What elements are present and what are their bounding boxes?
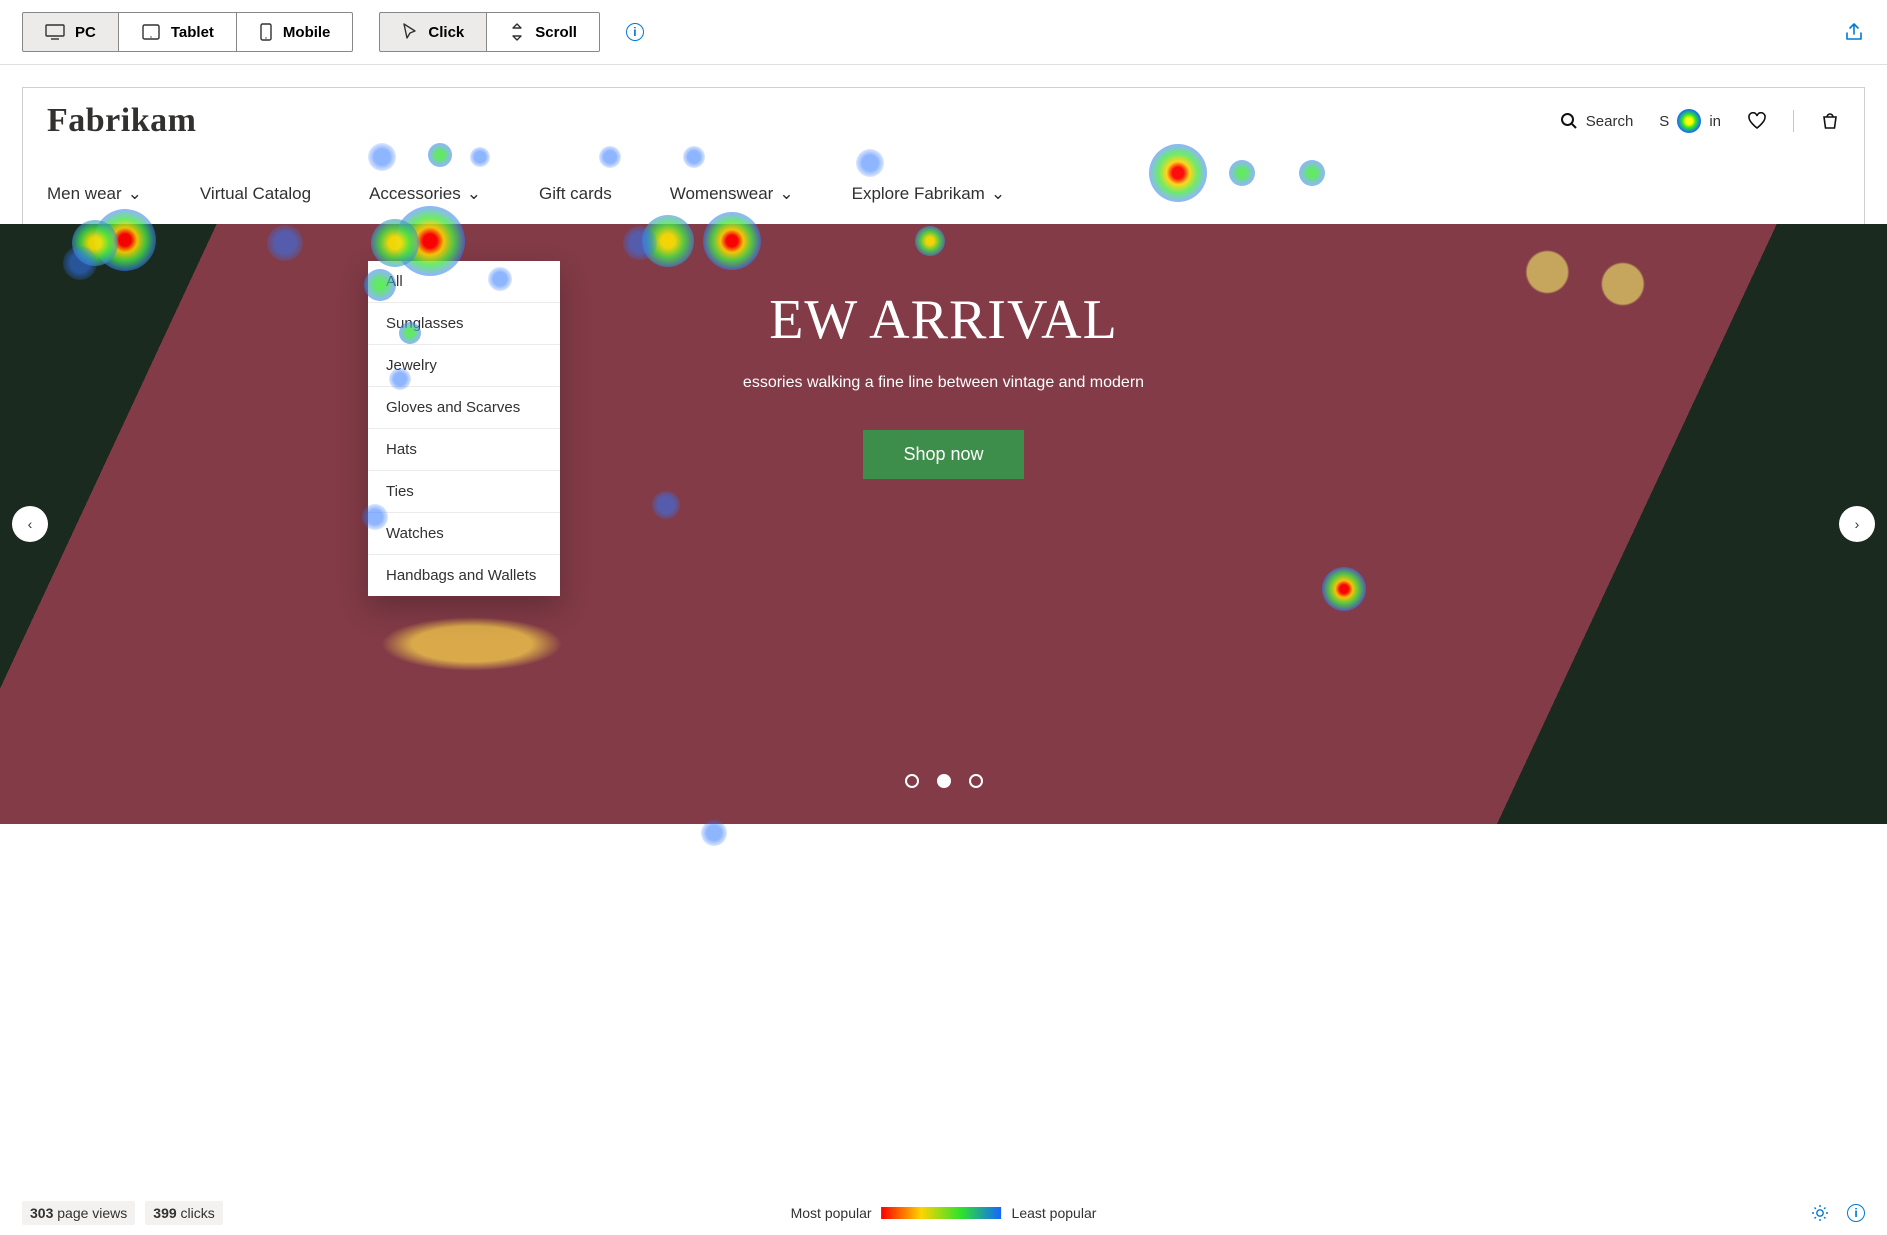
nav-label: Accessories <box>369 184 461 204</box>
clicks-label: clicks <box>181 1205 215 1221</box>
chevron-down-icon: ⌄ <box>779 184 793 204</box>
nav-label: Men wear <box>47 184 122 204</box>
carousel-dot[interactable] <box>937 774 951 788</box>
shop-now-button[interactable]: Shop now <box>863 430 1023 479</box>
signin-tail: in <box>1709 113 1721 130</box>
page-views-label: page views <box>57 1205 127 1221</box>
page-preview: Fabrikam Search S in <box>0 65 1887 854</box>
search-label: Search <box>1586 113 1634 130</box>
dropdown-item[interactable]: Gloves and Scarves <box>368 387 560 429</box>
tablet-icon <box>141 24 161 40</box>
nav-label: Gift cards <box>539 184 612 204</box>
hero-content: EW ARRIVAL essories walking a fine line … <box>0 224 1887 479</box>
heatmap-overlap-icon <box>1677 109 1701 133</box>
device-toggle-group: PC Tablet Mobile <box>22 12 353 52</box>
info-icon[interactable]: i <box>1847 1204 1865 1222</box>
carousel-prev-button[interactable]: ‹ <box>12 506 48 542</box>
chevron-right-icon: › <box>1855 516 1860 532</box>
device-pc-button[interactable]: PC <box>22 12 119 52</box>
mode-label: Click <box>428 24 464 41</box>
analytics-toolbar: PC Tablet Mobile Click Scroll <box>0 0 1887 65</box>
legend-most-label: Most popular <box>791 1205 872 1221</box>
mobile-icon <box>259 23 273 41</box>
nav-label: Womenswear <box>670 184 774 204</box>
mode-scroll-button[interactable]: Scroll <box>486 12 600 52</box>
status-bar: 303 page views 399 clicks Most popular L… <box>0 1191 1887 1235</box>
device-mobile-button[interactable]: Mobile <box>236 12 354 52</box>
site-logo[interactable]: Fabrikam <box>47 102 196 140</box>
dropdown-item[interactable]: All <box>368 261 560 303</box>
nav-gift-cards[interactable]: Gift cards <box>539 184 612 204</box>
main-nav: Men wear ⌄ Virtual Catalog Accessories ⌄ G… <box>47 166 1840 224</box>
share-icon[interactable] <box>1843 22 1865 42</box>
signin-initial: S <box>1659 113 1669 130</box>
cart-icon[interactable] <box>1820 111 1840 131</box>
dropdown-item[interactable]: Hats <box>368 429 560 471</box>
chevron-left-icon: ‹ <box>28 516 33 532</box>
nav-womenswear[interactable]: Womenswear⌄ <box>670 184 794 204</box>
device-tablet-button[interactable]: Tablet <box>118 12 237 52</box>
carousel-next-button[interactable]: › <box>1839 506 1875 542</box>
nav-virtual-catalog[interactable]: Virtual Catalog <box>200 184 311 204</box>
brightness-icon[interactable] <box>1811 1204 1829 1222</box>
nav-explore-fabrikam[interactable]: Explore Fabrikam ⌄ <box>852 184 1005 204</box>
clicks-stat: 399 clicks <box>145 1201 222 1225</box>
nav-accessories[interactable]: Accessories ⌄ <box>369 184 481 204</box>
nav-label: Virtual Catalog <box>200 184 311 204</box>
device-label: Tablet <box>171 24 214 41</box>
dropdown-item[interactable]: Watches <box>368 513 560 555</box>
page-views-count: 303 <box>30 1205 53 1221</box>
site-header: Fabrikam Search S in <box>22 87 1865 225</box>
utility-nav: Search S in <box>1560 109 1840 133</box>
dropdown-item[interactable]: Handbags and Wallets <box>368 555 560 596</box>
utility-divider <box>1793 110 1794 132</box>
cursor-icon <box>402 23 418 41</box>
dropdown-item[interactable]: Ties <box>368 471 560 513</box>
legend-least-label: Least popular <box>1012 1205 1097 1221</box>
carousel-dot[interactable] <box>969 774 983 788</box>
chevron-down-icon: ⌄ <box>991 184 1005 204</box>
hero-subtitle: essories walking a fine line between vin… <box>0 374 1887 392</box>
wishlist-icon[interactable] <box>1747 112 1767 130</box>
device-label: PC <box>75 24 96 41</box>
legend-gradient <box>882 1207 1002 1219</box>
status-right: i <box>1811 1204 1865 1222</box>
dropdown-item[interactable]: Jewelry <box>368 345 560 387</box>
site-top-row: Fabrikam Search S in <box>47 102 1840 166</box>
info-icon[interactable]: i <box>626 23 644 41</box>
carousel-dots <box>905 774 983 788</box>
dropdown-item[interactable]: Sunglasses <box>368 303 560 345</box>
nav-menwear[interactable]: Men wear ⌄ <box>47 184 142 204</box>
hero-carousel: EW ARRIVAL essories walking a fine line … <box>0 224 1887 824</box>
signin-link[interactable]: S in <box>1659 109 1721 133</box>
page-views-stat: 303 page views <box>22 1201 135 1225</box>
mode-toggle-group: Click Scroll <box>379 12 600 52</box>
hero-title: EW ARRIVAL <box>0 288 1887 352</box>
scroll-icon <box>509 23 525 41</box>
mode-label: Scroll <box>535 24 577 41</box>
pc-icon <box>45 24 65 40</box>
accessories-dropdown: All Sunglasses Jewelry Gloves and Scarve… <box>368 261 560 596</box>
popularity-legend: Most popular Least popular <box>791 1205 1097 1221</box>
nav-label: Explore Fabrikam <box>852 184 985 204</box>
search-link[interactable]: Search <box>1560 112 1634 130</box>
chevron-down-icon: ⌄ <box>128 184 142 204</box>
device-label: Mobile <box>283 24 331 41</box>
search-icon <box>1560 112 1578 130</box>
chevron-down-icon: ⌄ <box>467 184 481 204</box>
mode-click-button[interactable]: Click <box>379 12 487 52</box>
carousel-dot[interactable] <box>905 774 919 788</box>
clicks-count: 399 <box>153 1205 176 1221</box>
